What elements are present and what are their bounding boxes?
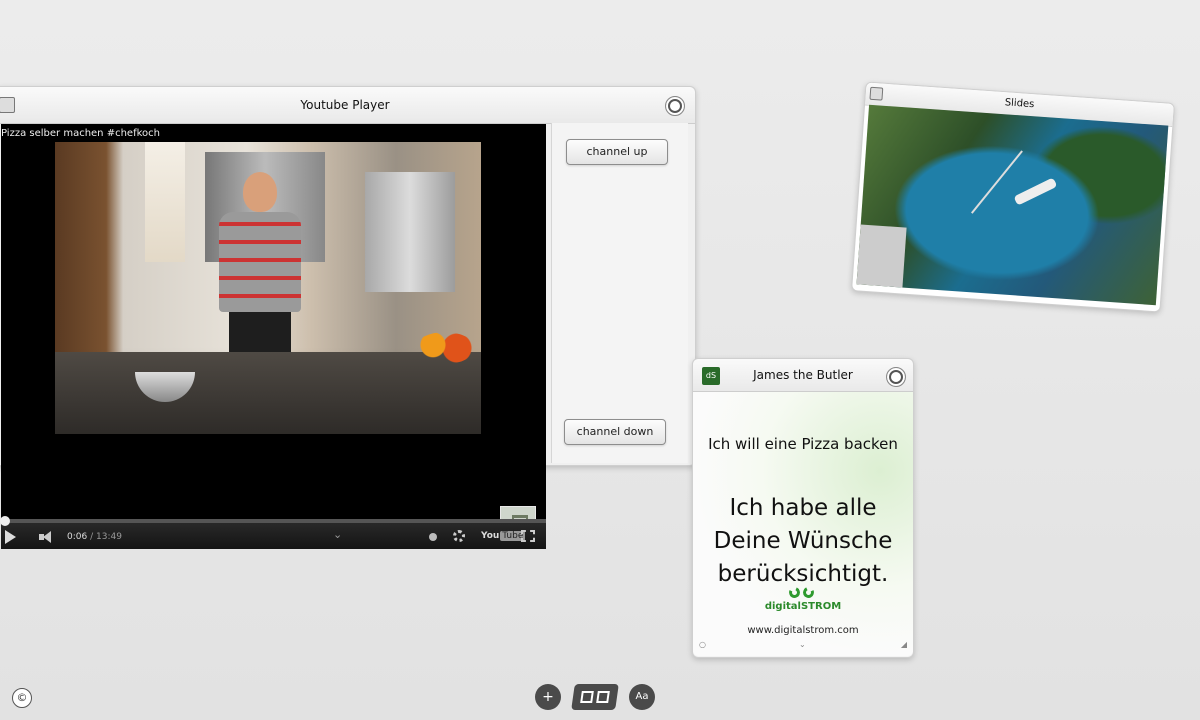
copyright-icon[interactable]: © bbox=[12, 688, 32, 708]
quality-gear-icon[interactable] bbox=[453, 530, 465, 542]
user-request-text: Ich will eine Pizza backen bbox=[708, 435, 898, 453]
youtube-logo[interactable]: You Tube bbox=[479, 530, 527, 542]
text-format-button[interactable]: Aa bbox=[629, 684, 655, 710]
progress-bar[interactable] bbox=[0, 516, 546, 526]
video-frame-image bbox=[55, 142, 481, 434]
trash-icon[interactable] bbox=[500, 506, 536, 519]
slide-image[interactable] bbox=[856, 104, 1169, 306]
butler-widget-title: James the Butler bbox=[753, 368, 853, 382]
bungee-jumper-figure bbox=[1013, 177, 1058, 206]
channel-up-button[interactable]: channel up bbox=[566, 139, 668, 165]
video-controls-bar: 0:06 / 13:49 ⌄ You Tube bbox=[0, 516, 546, 549]
video-title-caption[interactable]: Pizza selber machen #chefkoch bbox=[1, 128, 160, 139]
time-display: 0:06 / 13:49 bbox=[67, 531, 122, 543]
butler-response-text: Ich habe alle Deine Wünsche berücksichti… bbox=[713, 495, 893, 587]
butler-content: Ich will eine Pizza backen Ich habe alle… bbox=[693, 392, 913, 656]
youtube-widget-titlebar[interactable]: Youtube Player bbox=[0, 87, 695, 124]
captions-dot-icon[interactable] bbox=[429, 533, 437, 541]
slides-view-icon[interactable] bbox=[571, 684, 619, 710]
slides-widget: Slides bbox=[851, 81, 1175, 313]
butler-widget-titlebar[interactable]: dS James the Butler bbox=[693, 359, 913, 392]
digitalstrom-logo-icon bbox=[789, 585, 817, 599]
youtube-player-widget: Youtube Player Pizza selber machen #chef… bbox=[0, 86, 696, 549]
brand-url[interactable]: www.digitalstrom.com bbox=[693, 625, 913, 636]
chevron-down-icon[interactable]: ⌄ bbox=[799, 640, 806, 649]
youtube-widget-title: Youtube Player bbox=[300, 98, 390, 112]
chevron-down-icon[interactable]: ⌄ bbox=[333, 529, 342, 541]
info-icon[interactable]: ○ bbox=[699, 640, 706, 649]
chef-figure bbox=[205, 172, 315, 372]
channel-down-button[interactable]: channel down bbox=[564, 419, 666, 445]
brand-name: digitalSTROM bbox=[764, 601, 842, 612]
resize-handle-icon[interactable]: ◢ bbox=[901, 640, 907, 649]
butler-widget: dS James the Butler Ich will eine Pizza … bbox=[692, 358, 914, 658]
current-time: 0:06 bbox=[67, 532, 88, 542]
progress-knob[interactable] bbox=[0, 516, 11, 526]
volume-icon[interactable] bbox=[39, 531, 55, 543]
play-icon[interactable] bbox=[5, 530, 16, 544]
duration: / 13:49 bbox=[90, 532, 122, 542]
add-widget-button[interactable]: + bbox=[535, 684, 561, 710]
settings-gear-icon[interactable] bbox=[665, 96, 685, 116]
settings-gear-icon[interactable] bbox=[886, 367, 906, 387]
channel-side-panel: channel up channel down bbox=[551, 123, 688, 463]
video-area[interactable]: Pizza selber machen #chefkoch bbox=[1, 124, 546, 519]
